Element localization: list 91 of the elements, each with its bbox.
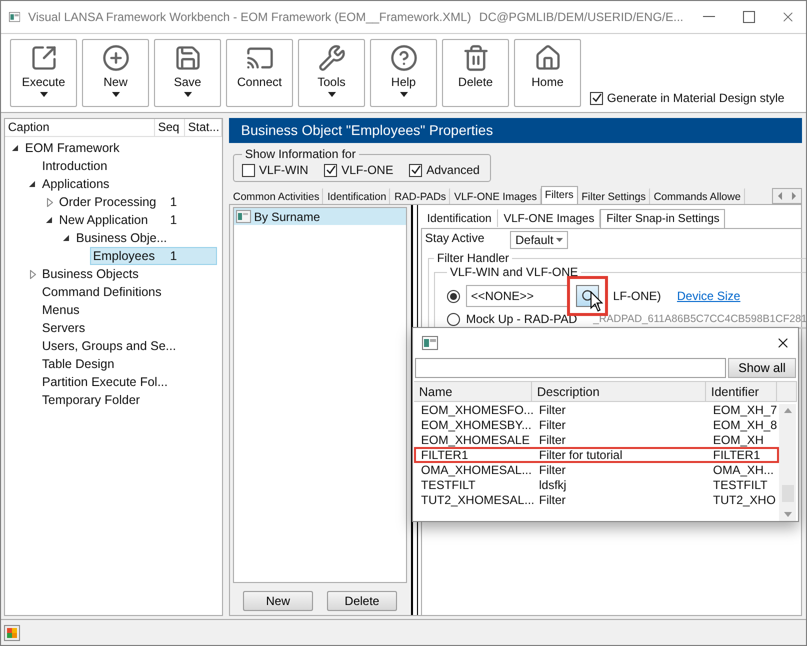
tree-item[interactable]: EOM Framework	[22, 139, 217, 157]
tree-item[interactable]: Order Processing 1	[56, 193, 217, 211]
note-text: LF-ONE)	[613, 289, 661, 303]
column-header[interactable]: Caption	[5, 119, 155, 136]
checkbox-label: VLF-ONE	[341, 163, 394, 177]
expanded-arrow-icon[interactable]	[63, 234, 70, 242]
show-information-group: Show Information for VLF-WIN VLF-ONE Advanced	[233, 147, 491, 182]
status-icon[interactable]	[4, 624, 20, 640]
checkbox-label: Advanced	[426, 163, 480, 177]
tree-item[interactable]: Temporary Folder	[39, 391, 217, 409]
toolbar-button[interactable]: Save	[154, 39, 221, 107]
push-button[interactable]: Delete	[327, 591, 397, 611]
tab[interactable]: Identification	[421, 209, 498, 227]
trash-icon	[462, 44, 490, 72]
document-icon	[236, 210, 251, 223]
table-row[interactable]: EOM_XHOMESALE Filter EOM_XH	[414, 432, 779, 448]
radio-button[interactable]	[447, 290, 460, 302]
app-icon	[422, 336, 438, 350]
maximize-icon[interactable]	[742, 11, 755, 23]
checkbox[interactable]	[590, 92, 603, 104]
tree-item[interactable]: Employees 1	[90, 247, 217, 265]
help-icon	[390, 44, 418, 72]
table-row[interactable]: OMA_XHOMESAL... Filter OMA_XH...	[414, 462, 779, 478]
window-location: DC@PGMLIB/DEM/USERID/ENG/E...	[479, 10, 684, 24]
column-header[interactable]: Name	[414, 382, 532, 402]
table-row[interactable]: TUT2_XHOMESAL... Filter TUT2_XHO	[414, 492, 779, 508]
column-header[interactable]: Identifier	[706, 382, 777, 402]
checkbox-label: VLF-WIN	[259, 163, 308, 177]
field-label: Stay Active	[425, 231, 484, 245]
tree-item[interactable]: Introduction	[39, 157, 217, 175]
tree-item[interactable]: Business Objects	[39, 265, 217, 283]
radio-button[interactable]	[447, 312, 460, 326]
checkbox-label: Generate in Material Design style	[607, 91, 784, 105]
toolbar-button[interactable]: Home	[514, 39, 581, 107]
checkbox[interactable]	[324, 164, 338, 176]
caret-icon	[556, 238, 564, 242]
caret-icon	[400, 92, 408, 97]
expanded-arrow-icon[interactable]	[12, 144, 19, 152]
tree-item[interactable]: Command Definitions	[39, 283, 217, 301]
mouse-cursor-icon	[590, 291, 604, 313]
tab[interactable]: Filter Snap-in Settings	[600, 209, 726, 228]
toolbar-button[interactable]: Help	[370, 39, 437, 107]
table-row[interactable]: FILTER1 Filter for tutorial FILTER1	[414, 447, 779, 463]
dropdown[interactable]: Default	[510, 231, 568, 249]
tree-item[interactable]: Users, Groups and Se...	[39, 337, 217, 355]
collapsed-arrow-icon[interactable]	[46, 198, 52, 206]
expanded-arrow-icon[interactable]	[46, 216, 53, 224]
home-icon	[534, 44, 562, 72]
table-row[interactable]: EOM_XHOMESBY... Filter EOM_XH_8	[414, 417, 779, 433]
toolbar-button[interactable]: New	[82, 39, 149, 107]
tree-item[interactable]: New Application 1	[56, 211, 217, 229]
tree-item[interactable]: Menus	[39, 301, 217, 319]
checkbox[interactable]	[242, 164, 255, 176]
device-size-link[interactable]: Device Size	[677, 289, 740, 303]
column-header[interactable]: Stat...	[185, 119, 222, 136]
caret-icon	[184, 92, 192, 97]
tree-item[interactable]: Servers	[39, 319, 217, 337]
plus-circle-icon	[102, 44, 130, 72]
table-row[interactable]: TESTFILT ldsfkj TESTFILT	[414, 477, 779, 493]
toolbar-button[interactable]: Connect	[226, 39, 293, 107]
caret-icon	[40, 92, 48, 97]
collapsed-arrow-icon[interactable]	[30, 270, 36, 278]
column-header[interactable]: Seq	[155, 119, 185, 136]
caret-icon	[112, 92, 120, 97]
minimize-icon[interactable]	[703, 16, 716, 18]
group-legend: Filter Handler	[434, 251, 512, 265]
caret-icon	[328, 92, 336, 97]
toolbar-button[interactable]: Tools	[298, 39, 365, 107]
column-header[interactable]: Description	[532, 382, 706, 402]
tree-item[interactable]: Table Design	[39, 355, 217, 373]
window-title: Visual LANSA Framework Workbench - EOM Framework (EOM__Framework.XML)	[28, 10, 472, 24]
external-link-icon	[30, 44, 58, 72]
app-icon	[9, 10, 20, 24]
panel-title: Business Object "Employees" Properties	[229, 118, 802, 143]
wrench-icon	[318, 44, 346, 72]
show-all-button[interactable]: Show all	[728, 358, 796, 378]
tree-item[interactable]: Business Obje...	[73, 229, 217, 247]
checkbox[interactable]	[409, 164, 422, 176]
table-row[interactable]: EOM_XHOMESFO... Filter EOM_XH_7	[414, 402, 779, 418]
list-item[interactable]: By Surname	[234, 208, 406, 225]
push-button[interactable]: New	[243, 591, 313, 611]
expanded-arrow-icon[interactable]	[29, 180, 36, 188]
toolbar-button[interactable]: Execute	[10, 39, 77, 107]
group-legend: VLF-WIN and VLF-ONE	[447, 265, 582, 279]
toolbar-button[interactable]: Delete	[442, 39, 509, 107]
option-label: Mock Up - RAD-PAD	[466, 312, 578, 326]
tab[interactable]: Filters	[540, 186, 578, 204]
tree-item[interactable]: Applications	[39, 175, 217, 193]
search-field[interactable]	[415, 358, 726, 378]
tree-item[interactable]: Partition Execute Fol...	[39, 373, 217, 391]
input-field[interactable]: <<NONE>>	[466, 285, 570, 307]
